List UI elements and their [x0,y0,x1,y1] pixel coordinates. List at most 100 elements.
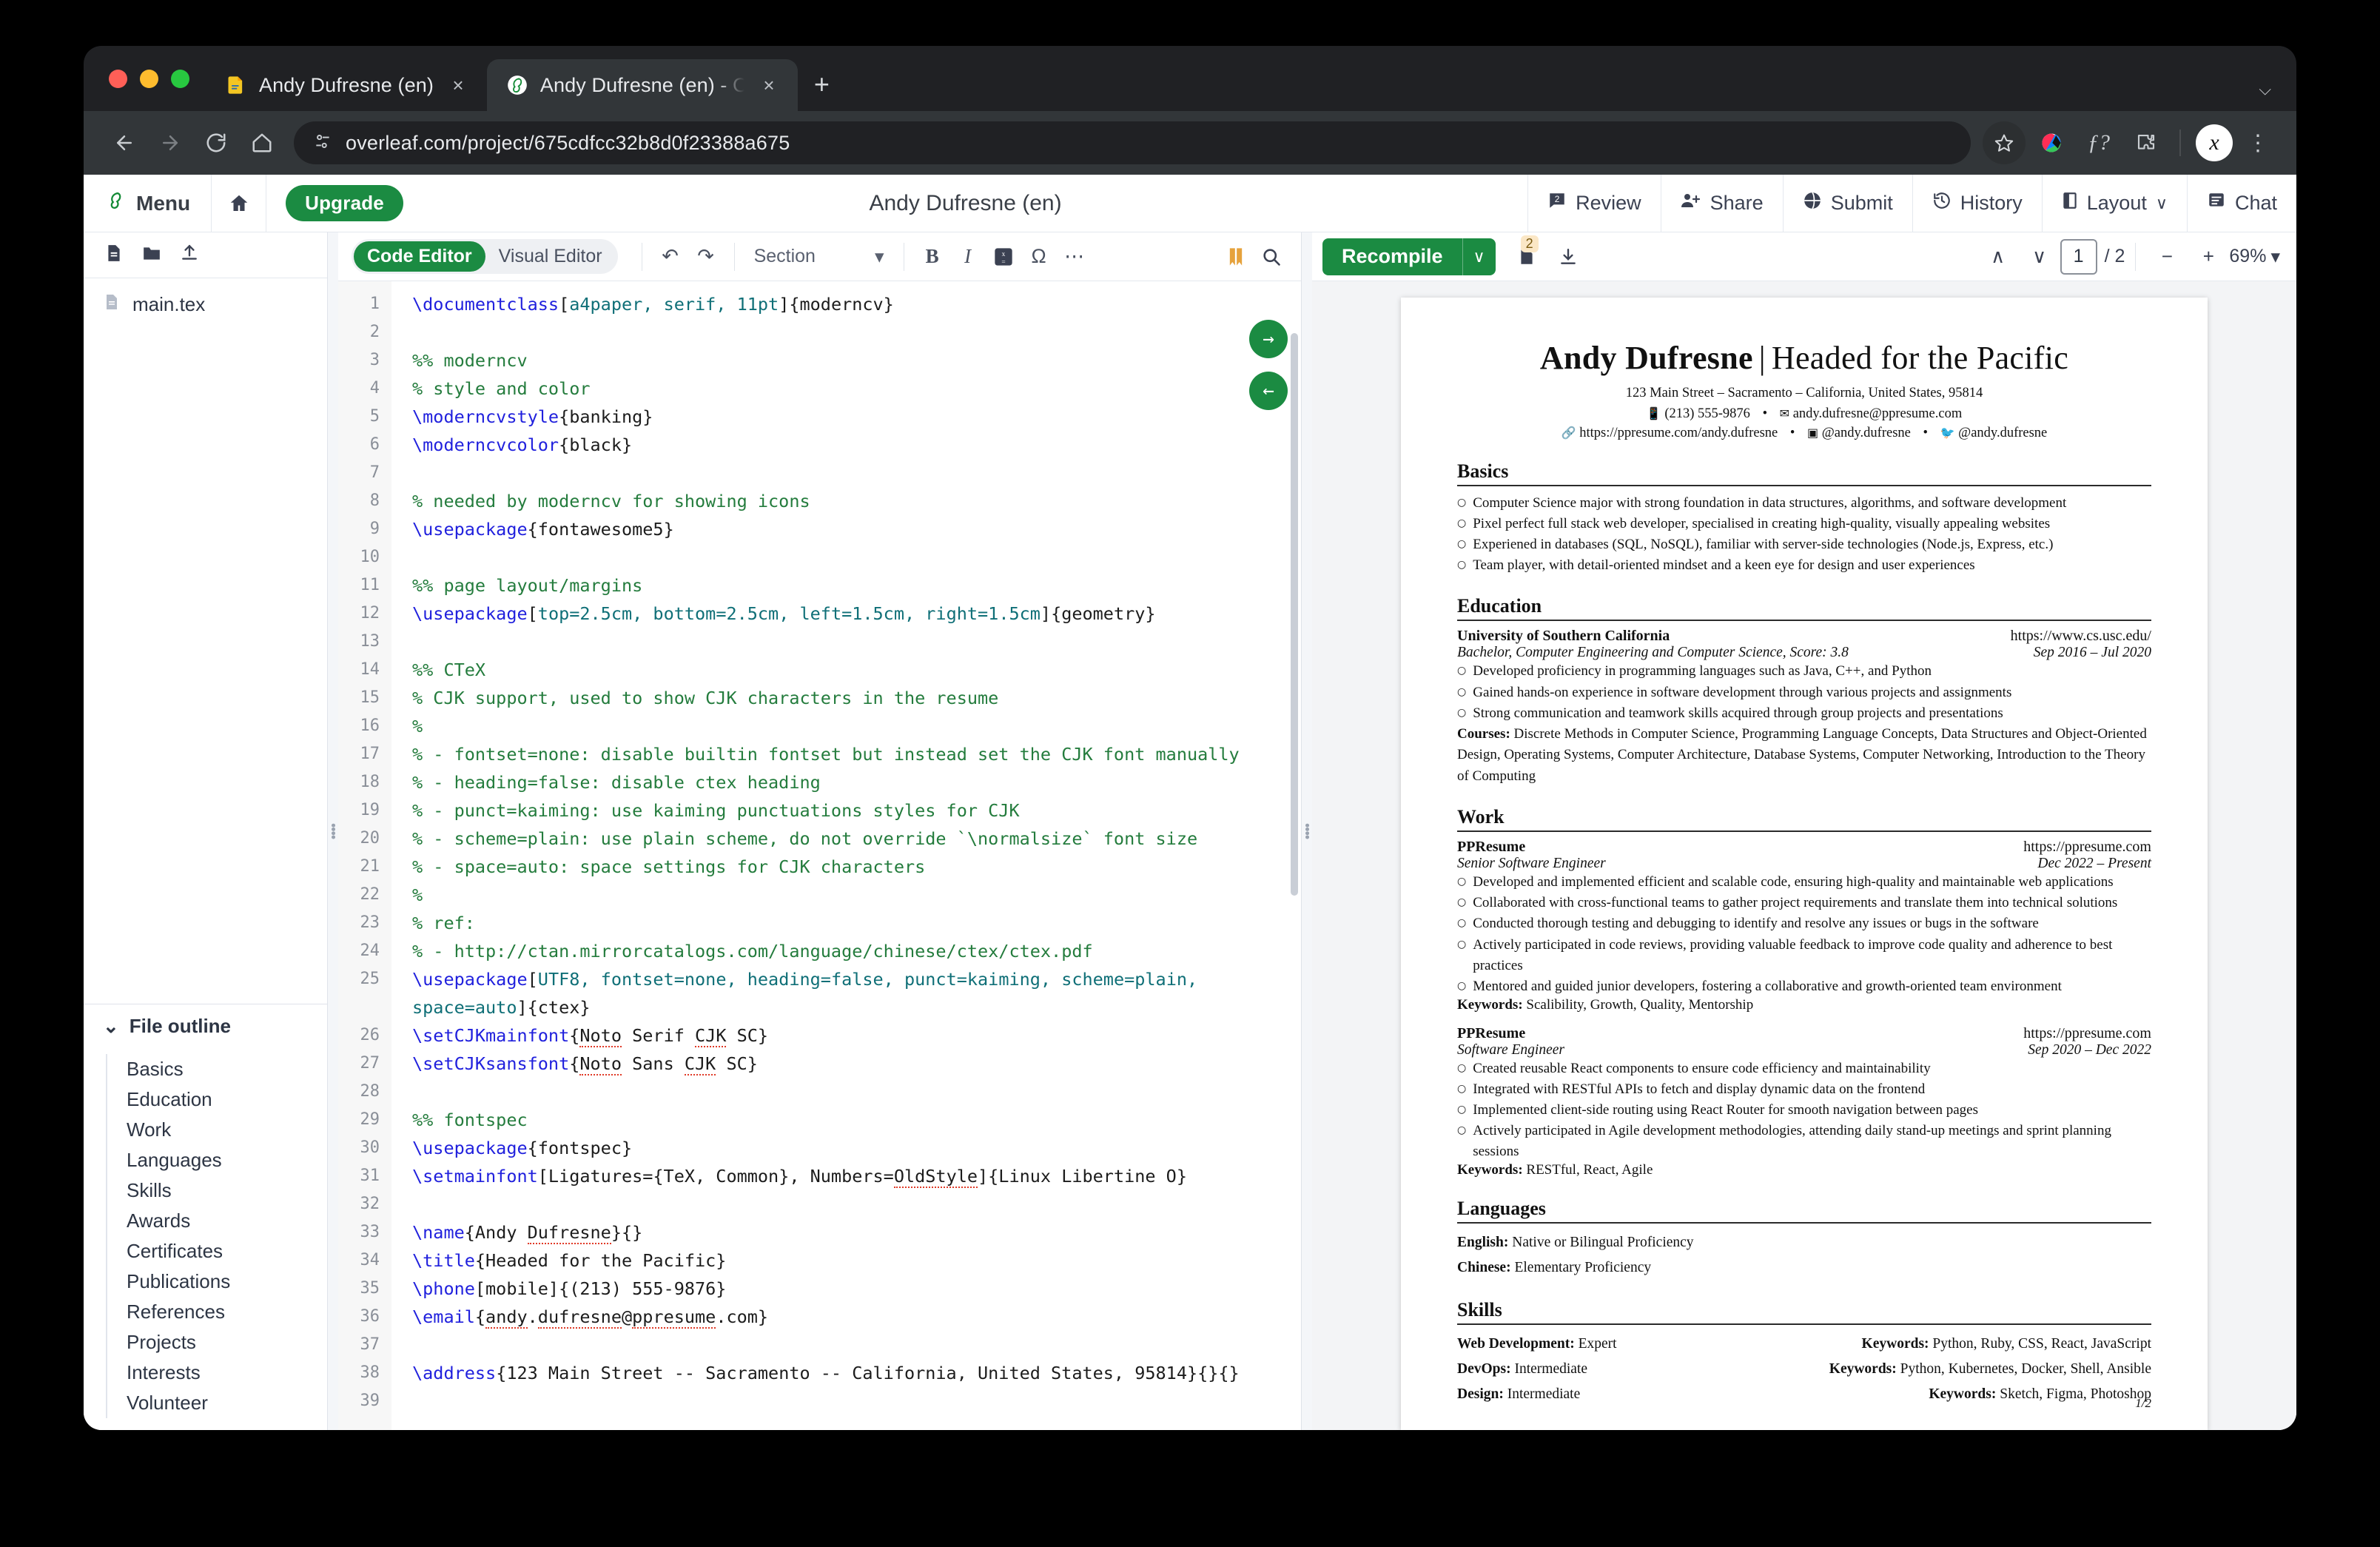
outline-item-publications[interactable]: Publications [124,1266,327,1297]
zoom-out-button[interactable]: − [2146,238,2188,275]
code-line[interactable]: 30 \usepackage{fontspec} [338,1134,1301,1162]
code-text[interactable]: \moderncvcolor{black} [391,431,1301,459]
code-line[interactable]: 3 %% moderncv [338,346,1301,375]
code-text[interactable]: % needed by moderncv for showing icons [391,487,1301,515]
code-line[interactable]: 20 % - scheme=plain: use plain scheme, do… [338,825,1301,853]
code-line[interactable]: 27 \setCJKsansfont{Noto Sans CJK SC} [338,1050,1301,1078]
math-icon[interactable]: x = [986,239,1021,275]
code-line[interactable]: 35 \phone[mobile]{(213) 555-9876} [338,1275,1301,1303]
pdf-panel-resize-handle[interactable]: •••• [1300,232,1315,1430]
code-line[interactable]: 11 %% page layout/margins [338,571,1301,600]
symbol-omega-icon[interactable]: Ω [1021,239,1057,275]
code-line[interactable]: 32 [338,1190,1301,1218]
code-text[interactable]: \setCJKsansfont{Noto Sans CJK SC} [391,1050,1301,1078]
chat-button[interactable]: Chat [2186,175,2296,232]
outline-item-references[interactable]: References [124,1297,327,1327]
code-editor-area[interactable]: 1 \documentclass[a4paper, serif, 11pt]{mo… [338,281,1301,1430]
new-file-icon[interactable] [104,244,124,266]
code-line[interactable]: 8 % needed by moderncv for showing icons [338,487,1301,515]
code-text[interactable] [391,1190,1301,1218]
code-text[interactable]: % - punct=kaiming: use kaiming punctuati… [391,796,1301,825]
browser-menu-icon[interactable]: ⋮ [2240,130,2276,156]
code-text[interactable]: \setCJKmainfont{Noto Serif CJK SC} [391,1021,1301,1050]
zoom-in-button[interactable]: + [2188,238,2229,275]
url-omnibox[interactable]: overleaf.com/project/675cdfcc32b8d0f2338… [294,121,1971,164]
site-settings-icon[interactable] [313,132,332,155]
file-outline-header[interactable]: ⌄ File outline [84,1004,327,1048]
section-level-select[interactable]: Section ▾ [745,246,893,268]
recompile-button[interactable]: Recompile ∨ [1322,238,1496,275]
next-page-button[interactable]: ∨ [2019,238,2060,275]
review-button[interactable]: 2 Review [1527,175,1661,232]
code-line[interactable]: 22% [338,881,1301,909]
code-text[interactable]: % - scheme=plain: use plain scheme, do n… [391,825,1301,853]
code-line[interactable]: 1 \documentclass[a4paper, serif, 11pt]{mo… [338,290,1301,318]
code-text[interactable]: \email{andy.dufresne@ppresume.com} [391,1303,1301,1331]
code-line[interactable]: 23 % ref: [338,909,1301,937]
home-icon[interactable] [239,120,285,166]
code-line[interactable]: 18 % - heading=false: disable ctex headin… [338,768,1301,796]
file-panel-resize-handle[interactable]: •••• [326,232,341,1430]
code-text[interactable]: \address{123 Main Street -- Sacramento -… [391,1359,1301,1387]
code-text[interactable] [391,543,1301,571]
outline-item-skills[interactable]: Skills [124,1175,327,1206]
code-line[interactable]: 28 [338,1078,1301,1106]
code-text[interactable]: \documentclass[a4paper, serif, 11pt]{mod… [391,290,1301,318]
overleaf-menu-button[interactable]: Menu [84,175,212,232]
code-text[interactable]: %% CTeX [391,656,1301,684]
tab-list-chevron-icon[interactable]: ⌵ [2259,80,2271,99]
bold-button[interactable]: B [915,239,950,275]
code-line[interactable]: 6 \moderncvcolor{black} [338,431,1301,459]
chevron-down-icon[interactable]: ∨ [1463,238,1496,275]
code-text[interactable]: % ref: [391,909,1301,937]
share-button[interactable]: Share [1660,175,1783,232]
code-line[interactable]: 31 \setmainfont[Ligatures={TeX, Common}, … [338,1162,1301,1190]
file-item-main-tex[interactable]: main.tex [84,287,327,322]
code-text[interactable]: % [391,881,1301,909]
code-text[interactable]: % style and color [391,375,1301,403]
new-tab-button[interactable]: + [814,71,830,98]
code-text[interactable]: % - space=auto: space settings for CJK c… [391,853,1301,881]
tab-visual-editor[interactable]: Visual Editor [485,241,616,272]
font-question-icon[interactable]: ƒ? [2077,121,2120,164]
code-line[interactable]: 38 \address{123 Main Street -- Sacramento… [338,1359,1301,1387]
zoom-level-select[interactable]: 69% ▾ [2229,246,2280,268]
code-line[interactable]: 4 % style and color [338,375,1301,403]
redo-icon[interactable]: ↷ [688,239,724,275]
code-line[interactable]: 17 % - fontset=none: disable builtin font… [338,740,1301,768]
code-line[interactable]: 7 [338,459,1301,487]
code-text[interactable]: \usepackage[top=2.5cm, bottom=2.5cm, lef… [391,600,1301,628]
close-icon[interactable]: × [756,75,781,95]
search-icon[interactable] [1254,239,1289,275]
layout-button[interactable]: Layout ∨ [2041,175,2187,232]
more-options-icon[interactable]: ⋯ [1057,239,1092,275]
code-text[interactable]: \phone[mobile]{(213) 555-9876} [391,1275,1301,1303]
code-line[interactable]: 34 \title{Headed for the Pacific} [338,1246,1301,1275]
italic-button[interactable]: I [950,239,986,275]
maximize-window-button[interactable] [171,69,189,88]
code-text[interactable]: % CJK support, used to show CJK characte… [391,684,1301,712]
back-icon[interactable] [101,120,147,166]
page-number-input[interactable]: 1 [2060,238,2097,275]
code-text[interactable] [391,1331,1301,1359]
code-line[interactable]: 25 \usepackage[UTF8, fontset=none, headin… [338,965,1301,1021]
code-text[interactable]: \usepackage[UTF8, fontset=none, heading=… [391,965,1301,1021]
code-text[interactable] [391,318,1301,346]
code-text[interactable]: % - fontset=none: disable builtin fontse… [391,740,1301,768]
code-text[interactable]: \setmainfont[Ligatures={TeX, Common}, Nu… [391,1162,1301,1190]
new-folder-icon[interactable] [141,244,162,266]
forward-icon[interactable] [147,120,193,166]
puzzle-extension-icon[interactable] [2125,121,2168,164]
code-line[interactable]: 21 % - space=auto: space settings for CJK… [338,853,1301,881]
close-window-button[interactable] [109,69,127,88]
outline-item-certificates[interactable]: Certificates [124,1236,327,1266]
reload-icon[interactable] [193,120,239,166]
code-content[interactable]: 1 \documentclass[a4paper, serif, 11pt]{mo… [338,281,1301,1415]
minimize-window-button[interactable] [140,69,158,88]
browser-tab-2[interactable]: Andy Dufresne (en) - Online L × [486,59,798,111]
profile-avatar-icon[interactable]: x [2193,121,2236,164]
code-line[interactable]: 15 % CJK support, used to show CJK charac… [338,684,1301,712]
code-line[interactable]: 19 % - punct=kaiming: use kaiming punctua… [338,796,1301,825]
code-text[interactable] [391,1387,1301,1415]
code-line[interactable]: 9 \usepackage{fontawesome5} [338,515,1301,543]
